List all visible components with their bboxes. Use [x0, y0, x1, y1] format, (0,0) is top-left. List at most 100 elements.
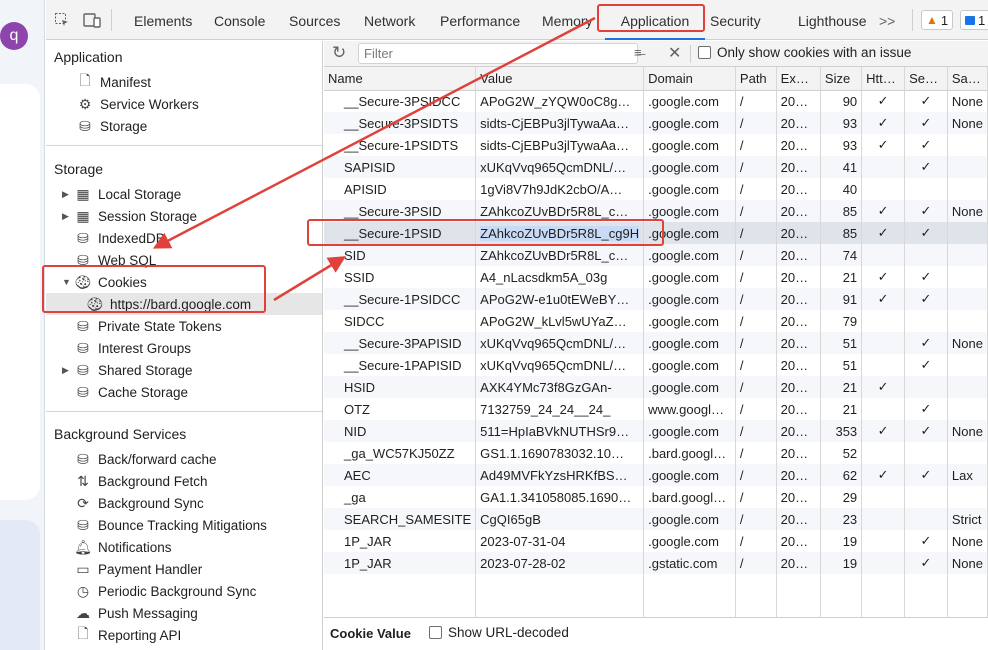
table-cell: 511=HpIaBVkNUTHSr9…	[475, 420, 645, 442]
cookies-toolbar: ↻ Filter ≡̶ ✕ Only show cookies with an …	[324, 41, 988, 67]
table-icon: ▦	[76, 207, 90, 224]
tab-security[interactable]: Security	[710, 0, 761, 40]
table-row[interactable]: AEC Ad49MVFkYzsHRKfBS… .google.com/20… 62 ✓ ✓…	[324, 464, 988, 486]
table-cell: /	[735, 530, 777, 552]
table-row[interactable]: __Secure-3PSIDCC APoG2W_zYQW0oC8g… .google…	[324, 90, 988, 112]
table-cell: SID	[324, 244, 477, 266]
sidebar-item-interest-groups[interactable]: ⛁ Interest Groups	[72, 337, 191, 359]
tab-lighthouse[interactable]: Lighthouse	[798, 0, 867, 40]
refresh-icon[interactable]: ↻	[332, 43, 346, 63]
sidebar-item-private-state-tokens[interactable]: ⛁ Private State Tokens	[72, 315, 221, 337]
table-cell: NID	[324, 420, 477, 442]
filter-input[interactable]: Filter	[358, 43, 638, 64]
delete-all-icon[interactable]: ✕	[668, 43, 681, 63]
sidebar-item-shared-storage[interactable]: ▶ ⛁ Shared Storage	[62, 359, 193, 381]
table-row[interactable]: SEARCH_SAMESITE CgQI65gB .google.com/20… 23…	[324, 508, 988, 530]
show-url-decoded-checkbox[interactable]	[429, 626, 442, 639]
column-header[interactable]: Value	[475, 67, 645, 91]
sidebar-item-label: Manifest	[100, 74, 152, 90]
table-row[interactable]: APISID 1gVi8V7h9JdK2cbO/A… .google.com/20……	[324, 178, 988, 200]
table-cell: 51	[820, 332, 863, 354]
table-row[interactable]: _ga_WC57KJ50ZZ GS1.1.1690783032.10… .bard.…	[324, 442, 988, 464]
table-row[interactable]: SID ZAhkcoZUvBDr5R8L_c… .google.com/20… 74	[324, 244, 988, 266]
table-row[interactable]: HSID AXK4YMc73f8GzGAn- .google.com/20… 21 ✓	[324, 376, 988, 398]
column-header[interactable]: Sa…	[947, 67, 988, 91]
column-header[interactable]: Path	[735, 67, 777, 91]
up-down-arrows-icon: ⇅	[77, 472, 89, 489]
sidebar-item-background-sync[interactable]: ⟳ Background Sync	[72, 492, 204, 514]
tab-memory[interactable]: Memory	[542, 0, 593, 40]
sidebar-item-periodic-background-sync[interactable]: ◷ Periodic Background Sync	[72, 580, 256, 602]
sidebar-item-storage[interactable]: ⛁ Storage	[74, 115, 147, 137]
expand-arrow-icon[interactable]: ▶	[62, 365, 72, 376]
table-row[interactable]: __Secure-1PSIDCC APoG2W-e1u0tEWeBY… .googl…	[324, 288, 988, 310]
device-toolbar-icon[interactable]	[82, 10, 102, 30]
table-cell	[904, 178, 948, 200]
sync-icon: ⟳	[77, 494, 89, 511]
table-cell	[861, 310, 906, 332]
toolbar-divider	[690, 45, 691, 63]
sidebar-item-label: Back/forward cache	[98, 451, 217, 467]
table-cell: 62	[820, 464, 863, 486]
table-row[interactable]: 1P_JAR 2023-07-31-04 .google.com/20… 19 ✓ Non…	[324, 530, 988, 552]
tab-elements[interactable]: Elements	[134, 0, 192, 40]
tab-performance[interactable]: Performance	[440, 0, 520, 40]
table-cell: /	[735, 310, 777, 332]
table-row[interactable]: NID 511=HpIaBVkNUTHSr9… .google.com/20… 353…	[324, 420, 988, 442]
sidebar-item-background-fetch[interactable]: ⇅ Background Fetch	[72, 470, 207, 492]
column-header[interactable]: Se…	[904, 67, 948, 91]
table-row[interactable]: __Secure-3PSIDTS sidts-CjEBPu3jlTywaAa… .g…	[324, 112, 988, 134]
column-header[interactable]: Domain	[643, 67, 736, 91]
application-sidebar: Application 🗋 Manifest ⚙ Service Workers ⛁…	[42, 41, 323, 650]
table-row[interactable]: _ga GA1.1.341058085.1690… .bard.googl…/20……	[324, 486, 988, 508]
table-row[interactable]: 1P_JAR 2023-07-28-02 .gstatic.com/20… 19 ✓ No…	[324, 552, 988, 574]
table-cell: 7132759_24_24__24_	[475, 398, 645, 420]
table-cell: 20…	[776, 112, 821, 134]
table-cell: ✓	[904, 288, 948, 310]
inspect-element-icon[interactable]	[52, 10, 72, 30]
warnings-badge[interactable]: ▲ 1	[921, 10, 954, 30]
table-row[interactable]: SIDCC APoG2W_kLvl5wUYaZ… .google.com/20… 79	[324, 310, 988, 332]
sidebar-item-cache-storage[interactable]: ⛁ Cache Storage	[72, 381, 188, 403]
table-row[interactable]: SSID A4_nLacsdkm5A_03g .google.com/20… 21 ✓ ✓	[324, 266, 988, 288]
tab-console[interactable]: Console	[214, 0, 265, 40]
sidebar-item-service-workers[interactable]: ⚙ Service Workers	[74, 93, 199, 115]
section-title-storage: Storage	[54, 161, 104, 177]
expand-arrow-icon[interactable]: ▶	[62, 189, 72, 200]
sidebar-item-reporting-api[interactable]: 🗋 Reporting API	[72, 624, 181, 646]
sidebar-item-local-storage[interactable]: ▶ ▦ Local Storage	[62, 183, 181, 205]
table-cell: 20…	[776, 486, 821, 508]
column-header[interactable]: Htt…	[861, 67, 906, 91]
tab-sources[interactable]: Sources	[289, 0, 340, 40]
sidebar-item-indexeddb[interactable]: ⛁ IndexedDB	[72, 227, 165, 249]
tab-network[interactable]: Network	[364, 0, 415, 40]
table-cell: ✓	[904, 530, 948, 552]
sidebar-item-payment-handler[interactable]: ▭ Payment Handler	[72, 558, 202, 580]
sidebar-item-back-forward-cache[interactable]: ⛁ Back/forward cache	[72, 448, 217, 470]
expand-arrow-icon[interactable]: ▶	[62, 211, 72, 222]
table-cell: 20…	[776, 376, 821, 398]
more-tabs-button[interactable]: >>	[879, 0, 895, 40]
messages-badge[interactable]: 1	[960, 10, 988, 30]
column-header[interactable]: Ex…	[776, 67, 821, 91]
sidebar-item-session-storage[interactable]: ▶ ▦ Session Storage	[62, 205, 197, 227]
column-header[interactable]: Size	[820, 67, 863, 91]
table-row[interactable]: SAPISID xUKqVvq965QcmDNL/… .google.com/20……	[324, 156, 988, 178]
table-cell: 20…	[776, 354, 821, 376]
sidebar-item-push-messaging[interactable]: ☁︎ Push Messaging	[72, 602, 198, 624]
table-row[interactable]: __Secure-1PAPISID xUKqVvq965QcmDNL/… .goog…	[324, 354, 988, 376]
only-issue-checkbox[interactable]	[698, 46, 711, 59]
column-header[interactable]: Name	[324, 67, 477, 91]
sidebar-item-bounce-tracking[interactable]: ⛁ Bounce Tracking Mitigations	[72, 514, 267, 536]
table-cell: .google.com	[643, 310, 736, 332]
clear-filtered-icon[interactable]: ≡̶	[634, 45, 642, 60]
avatar[interactable]: q	[0, 22, 28, 50]
table-cell: 85	[820, 222, 863, 244]
table-row[interactable]: OTZ 7132759_24_24__24_ www.googl…/20… 21 ✓	[324, 398, 988, 420]
table-cell: 20…	[776, 178, 821, 200]
table-row[interactable]: __Secure-3PAPISID xUKqVvq965QcmDNL/… .goog…	[324, 332, 988, 354]
database-icon: ⛁	[79, 117, 91, 134]
sidebar-item-notifications[interactable]: 🔔︎ Notifications	[72, 536, 171, 558]
sidebar-item-manifest[interactable]: 🗋 Manifest	[74, 71, 151, 93]
table-row[interactable]: __Secure-1PSIDTS sidts-CjEBPu3jlTywaAa… .g…	[324, 134, 988, 156]
